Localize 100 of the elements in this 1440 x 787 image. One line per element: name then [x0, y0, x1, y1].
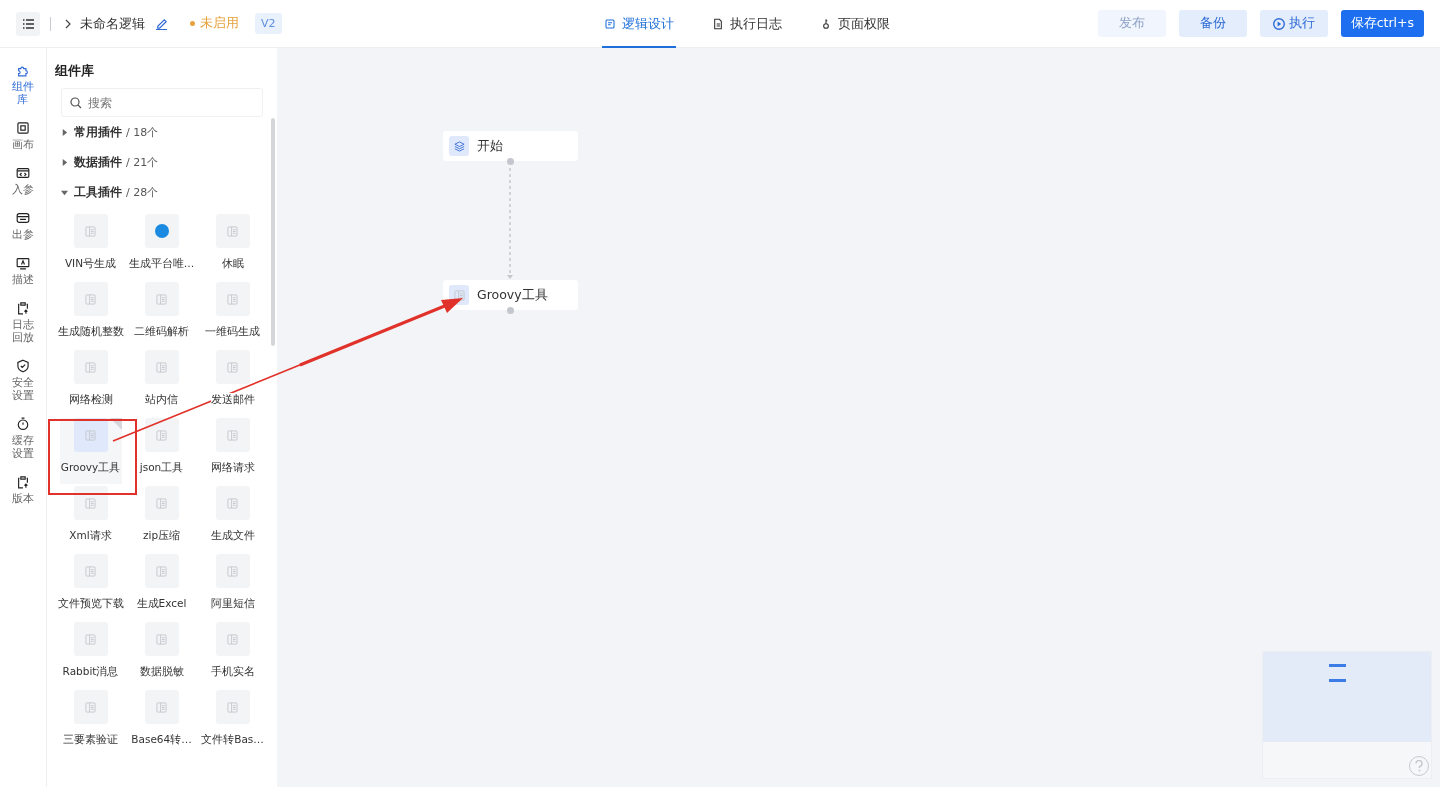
- list-icon: [22, 18, 34, 29]
- rail-item[interactable]: 版本: [0, 474, 47, 505]
- document-icon: [156, 429, 167, 441]
- dot-icon: [154, 224, 169, 238]
- document-icon: [227, 293, 238, 305]
- logic-title: 未命名逻辑: [80, 14, 145, 33]
- plugin-item[interactable]: 休眠: [201, 214, 264, 280]
- rail-item[interactable]: 缓存设置: [0, 416, 47, 460]
- document-icon: [156, 633, 167, 645]
- document-icon: [85, 361, 96, 373]
- action-button[interactable]: 执行: [1259, 10, 1328, 37]
- plugin-item[interactable]: 站内信: [130, 350, 193, 416]
- plugin-item[interactable]: 生成随机整数: [59, 282, 122, 348]
- plugin-item[interactable]: 生成Excel: [130, 554, 193, 620]
- port-dot[interactable]: [507, 307, 514, 314]
- scrollbar[interactable]: [271, 118, 275, 346]
- code-icon: [15, 165, 31, 181]
- tab[interactable]: 执行日志: [709, 0, 784, 48]
- document-icon: [85, 701, 96, 713]
- search-field[interactable]: 搜索: [61, 88, 263, 117]
- category-name: 工具插件: [74, 183, 122, 201]
- category-header[interactable]: 常用插件 / 18个: [61, 117, 263, 147]
- document-icon: [453, 289, 465, 301]
- category-header[interactable]: 数据插件 / 21个: [61, 147, 263, 177]
- plugin-item[interactable]: 手机实名: [201, 622, 264, 688]
- rail-item[interactable]: 日志回放: [0, 300, 47, 344]
- document-icon: [227, 429, 238, 441]
- document-icon: [156, 497, 167, 509]
- help-icon[interactable]: [1414, 760, 1424, 772]
- rail-item[interactable]: 出参: [0, 210, 47, 241]
- document-icon: [227, 225, 238, 237]
- category-name: 数据插件: [74, 153, 122, 171]
- document-icon: [156, 361, 167, 373]
- document-icon: [227, 701, 238, 713]
- plugin-item[interactable]: 一维码生成: [201, 282, 264, 348]
- document-icon: [711, 17, 724, 30]
- edit-icon[interactable]: [155, 17, 168, 30]
- port-dot[interactable]: [507, 158, 514, 165]
- search-icon: [70, 97, 82, 109]
- plugin-item[interactable]: Groovy工具: [59, 418, 122, 484]
- plugin-item[interactable]: 阿里短信: [201, 554, 264, 620]
- plugin-item[interactable]: VIN号生成: [59, 214, 122, 280]
- document-icon: [156, 565, 167, 577]
- category-count: / 18个: [126, 124, 159, 140]
- document-icon: [156, 701, 167, 713]
- action-button[interactable]: 保存ctrl+s: [1340, 10, 1424, 37]
- rail-item[interactable]: 安全设置: [0, 358, 47, 402]
- category-count: / 21个: [126, 154, 159, 170]
- layers-icon: [453, 140, 465, 152]
- plugin-item[interactable]: 数据脱敏: [130, 622, 193, 688]
- text-icon: [15, 255, 31, 271]
- menu-button[interactable]: [16, 11, 40, 36]
- document-icon: [603, 17, 616, 30]
- plugin-item[interactable]: 发送邮件: [201, 350, 264, 416]
- rail-item[interactable]: 入参: [0, 165, 47, 196]
- plugin-item[interactable]: Rabbit消息: [59, 622, 122, 688]
- category-header[interactable]: 工具插件 / 28个: [61, 177, 263, 207]
- version-badge: V2: [255, 13, 282, 34]
- document-icon: [227, 633, 238, 645]
- rail-item[interactable]: 描述: [0, 255, 47, 286]
- plugin-item[interactable]: zip压缩: [130, 486, 193, 552]
- plugin-item[interactable]: 文件转Bas…: [201, 690, 264, 756]
- minimap[interactable]: [1262, 651, 1432, 779]
- plugin-item[interactable]: json工具: [130, 418, 193, 484]
- document-icon: [85, 429, 96, 441]
- play-icon: [1272, 17, 1285, 30]
- document-icon: [156, 293, 167, 305]
- document-icon: [227, 361, 238, 373]
- document-icon: [85, 565, 96, 577]
- rail-item[interactable]: 组件库: [0, 62, 47, 106]
- plugin-item[interactable]: 二维码解析: [130, 282, 193, 348]
- category-count: / 28个: [126, 184, 159, 200]
- panel-title: 组件库: [55, 62, 95, 80]
- document-icon: [85, 225, 96, 237]
- document-icon: [85, 633, 96, 645]
- document-icon: [227, 565, 238, 577]
- plugin-item[interactable]: 生成平台唯…: [130, 214, 193, 280]
- plugin-item[interactable]: 网络请求: [201, 418, 264, 484]
- tab[interactable]: 逻辑设计: [601, 0, 676, 48]
- panel-icon: [15, 210, 31, 226]
- chevron-right-icon: [65, 18, 72, 29]
- document-icon: [227, 497, 238, 509]
- document-icon: [85, 293, 96, 305]
- rail-item[interactable]: 画布: [0, 120, 47, 151]
- action-button[interactable]: 备份: [1178, 10, 1247, 37]
- plugin-item[interactable]: 生成文件: [201, 486, 264, 552]
- plugin-item[interactable]: 三要素验证: [59, 690, 122, 756]
- frame-icon: [15, 120, 31, 136]
- document-icon: [85, 497, 96, 509]
- plugin-item[interactable]: Base64转…: [130, 690, 193, 756]
- shield-icon: [15, 358, 31, 374]
- clipboard-icon: [15, 300, 31, 316]
- status-label: 未启用: [200, 15, 239, 32]
- plugin-item[interactable]: 网络检测: [59, 350, 122, 416]
- clipboard-icon: [15, 474, 31, 490]
- plugin-item[interactable]: Xml请求: [59, 486, 122, 552]
- tab[interactable]: 页面权限: [817, 0, 892, 48]
- plugin-item[interactable]: 文件预览下载: [59, 554, 122, 620]
- category-name: 常用插件: [74, 123, 122, 141]
- timer-icon: [15, 416, 31, 432]
